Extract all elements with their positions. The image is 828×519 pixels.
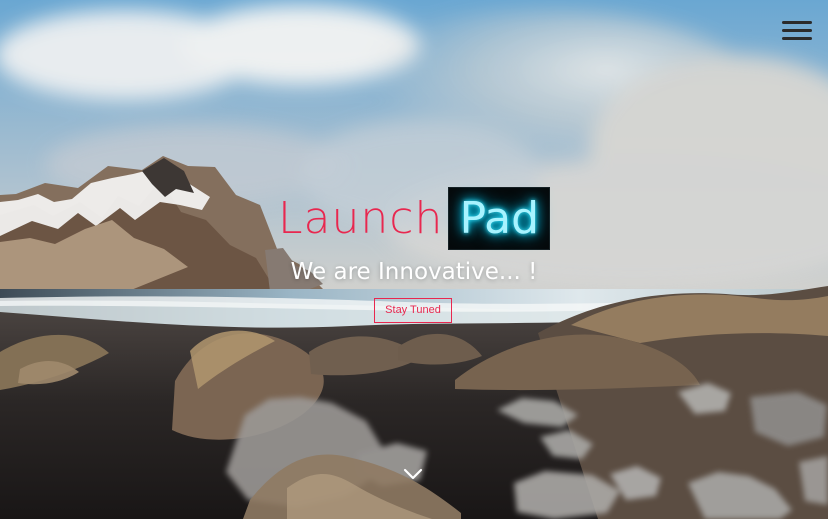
- chevron-down-icon: [403, 468, 423, 480]
- hero-section: Launch Pad We are Innovative... ! Stay T…: [0, 0, 828, 519]
- menu-button[interactable]: [782, 19, 812, 43]
- brand-pad-badge: Pad: [448, 187, 551, 250]
- hero-tagline: We are Innovative... !: [290, 259, 538, 285]
- brand-logo: Launch Pad: [278, 187, 551, 250]
- hamburger-menu-icon: [782, 37, 812, 40]
- hamburger-menu-icon: [782, 21, 812, 24]
- scroll-down-button[interactable]: [403, 466, 423, 482]
- hamburger-menu-icon: [782, 29, 812, 32]
- stay-tuned-button[interactable]: Stay Tuned: [374, 298, 452, 323]
- brand-launch-text: Launch: [278, 192, 444, 244]
